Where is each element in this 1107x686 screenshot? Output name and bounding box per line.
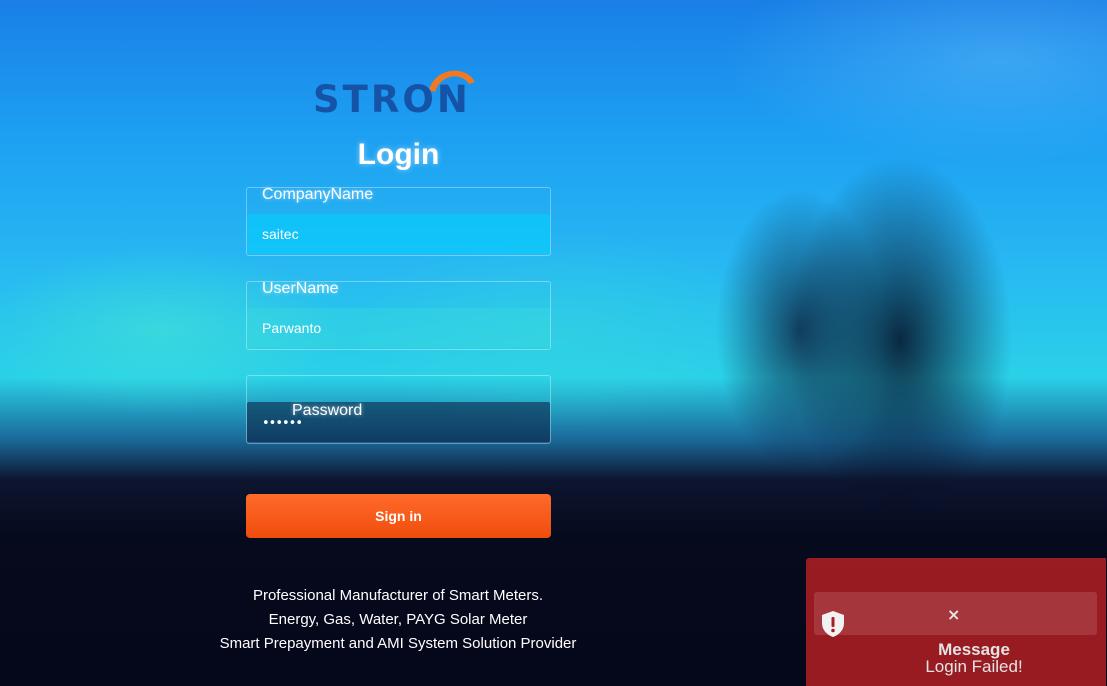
tagline: Professional Manufacturer of Smart Meter…	[200, 584, 596, 656]
password-label: Password	[292, 402, 363, 419]
login-title: Login	[357, 138, 440, 171]
tagline-line-3: Smart Prepayment and AMI System Solution…	[219, 635, 577, 652]
company-name-label: CompanyName	[262, 186, 374, 203]
username-label: UserName	[262, 280, 339, 297]
stron-logo: STRON	[313, 64, 485, 121]
company-name-input[interactable]	[247, 214, 550, 254]
username-field: UserName	[246, 280, 551, 350]
tagline-line-2: Energy, Gas, Water, PAYG Solar Meter	[268, 611, 528, 628]
toast-message: Login Failed!	[925, 657, 1023, 676]
close-icon[interactable]: ×	[947, 605, 960, 624]
tagline-line-1: Professional Manufacturer of Smart Meter…	[252, 587, 544, 604]
company-name-field: CompanyName	[246, 186, 551, 256]
toast-header-bar: ×	[814, 592, 1097, 635]
sign-in-button[interactable]: Sign in	[246, 494, 551, 538]
error-toast: × Message Login Failed!	[806, 558, 1106, 686]
logo-text: STRON	[313, 78, 471, 121]
username-input[interactable]	[247, 308, 550, 348]
password-field: •••••• Password	[246, 375, 551, 444]
shield-alert-icon	[822, 611, 844, 637]
